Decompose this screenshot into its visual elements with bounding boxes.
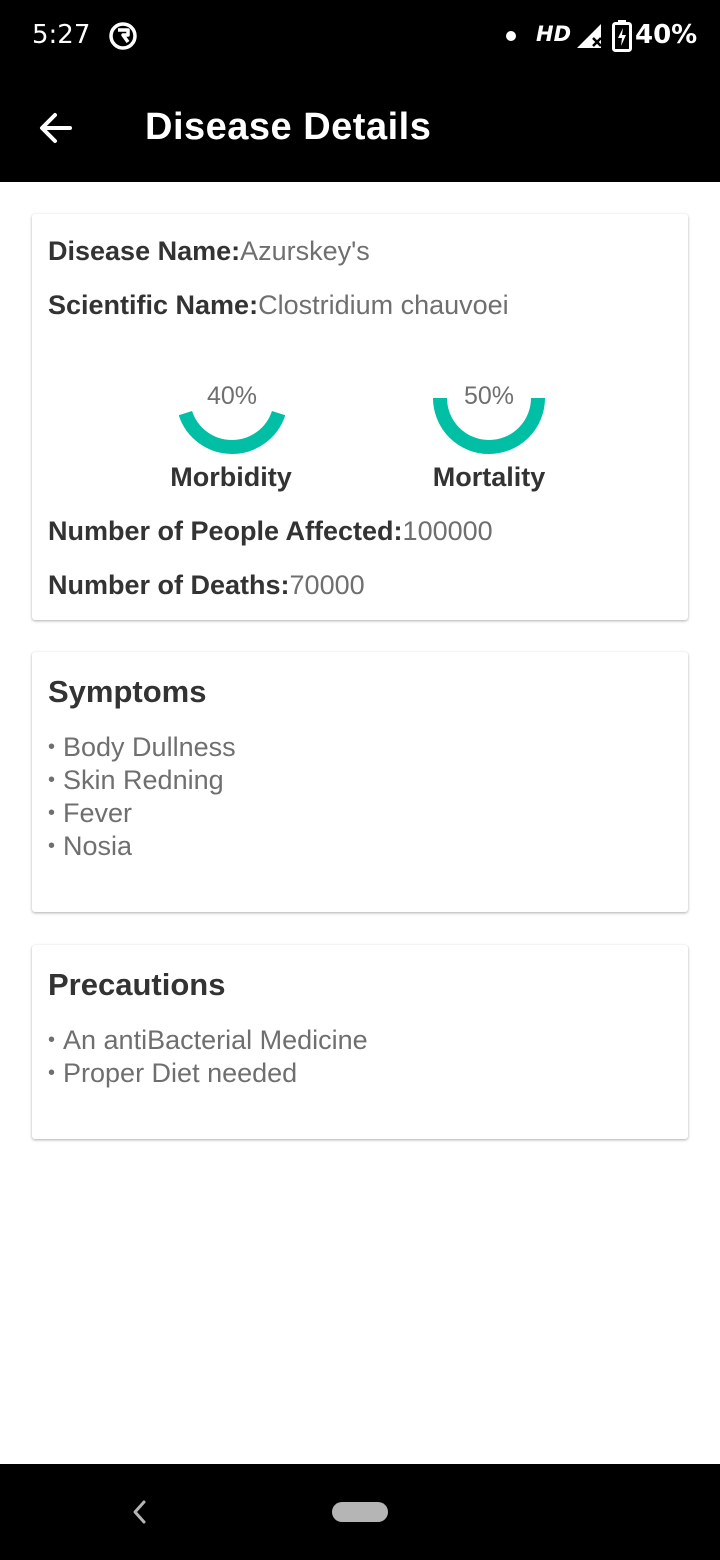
disease-info-card: Disease Name:Azurskey's Scientific Name:… bbox=[32, 214, 688, 620]
symptom-item: Skin Redning bbox=[48, 764, 236, 797]
precautions-list: An antiBacterial Medicine Proper Diet ne… bbox=[48, 1024, 368, 1090]
notification-dot-icon bbox=[506, 31, 516, 41]
mortality-gauge: 50% bbox=[419, 214, 559, 454]
symptom-item: Fever bbox=[48, 797, 236, 830]
morbidity-percent: 40% bbox=[206, 382, 258, 410]
people-affected-label: Number of People Affected: bbox=[48, 516, 403, 546]
symptom-item: Body Dullness bbox=[48, 731, 236, 764]
symptoms-title: Symptoms bbox=[48, 674, 207, 709]
mortality-label: Mortality bbox=[432, 462, 546, 492]
battery-icon bbox=[612, 20, 632, 52]
page-title: Disease Details bbox=[145, 106, 432, 148]
morbidity-gauge: 40% bbox=[162, 214, 302, 454]
back-button[interactable] bbox=[28, 100, 84, 156]
deaths-label: Number of Deaths: bbox=[48, 570, 290, 600]
precautions-title: Precautions bbox=[48, 967, 226, 1002]
signal-icon bbox=[577, 24, 602, 48]
network-type: HD bbox=[536, 22, 572, 46]
precaution-item: An antiBacterial Medicine bbox=[48, 1024, 368, 1057]
morbidity-gauge-arc bbox=[178, 410, 286, 454]
app-notification-icon bbox=[109, 22, 137, 50]
nav-home-pill[interactable] bbox=[332, 1502, 388, 1522]
precaution-item: Proper Diet needed bbox=[48, 1057, 368, 1090]
precautions-card: Precautions An antiBacterial Medicine Pr… bbox=[32, 945, 688, 1139]
nav-back-icon[interactable] bbox=[126, 1496, 154, 1528]
mortality-percent: 50% bbox=[463, 382, 515, 410]
symptom-item: Nosia bbox=[48, 830, 236, 863]
deaths-value: 70000 bbox=[289, 570, 365, 600]
app-bar: Disease Details bbox=[0, 72, 720, 182]
arrow-left-icon bbox=[40, 113, 72, 143]
deaths-row: Number of Deaths:70000 bbox=[48, 570, 365, 601]
battery-level: 40% bbox=[635, 20, 698, 50]
morbidity-label: Morbidity bbox=[170, 462, 292, 492]
symptoms-card: Symptoms Body Dullness Skin Redning Feve… bbox=[32, 652, 688, 912]
status-bar: 5:27 HD 40% bbox=[0, 0, 720, 72]
people-affected-row: Number of People Affected:100000 bbox=[48, 516, 493, 547]
symptoms-list: Body Dullness Skin Redning Fever Nosia bbox=[48, 731, 236, 863]
status-time: 5:27 bbox=[32, 20, 91, 50]
people-affected-value: 100000 bbox=[402, 516, 493, 546]
